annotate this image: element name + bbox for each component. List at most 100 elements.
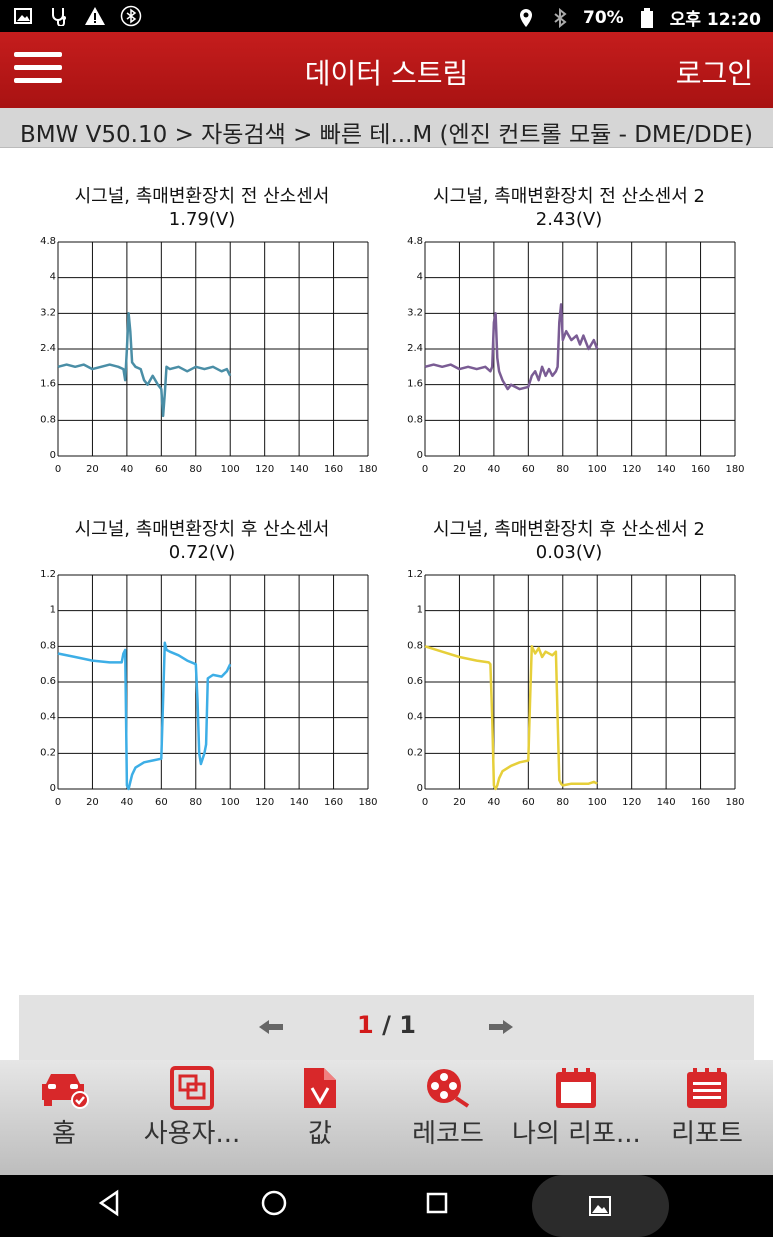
login-button[interactable]: 로그인 xyxy=(676,52,753,92)
x-tick-label: 40 xyxy=(488,797,501,808)
x-tick-label: 160 xyxy=(324,464,343,475)
screenshot-pill[interactable] xyxy=(532,1175,669,1237)
y-tick-label: 1 xyxy=(417,605,423,616)
breadcrumb: BMW V50.10 > 자동검색 > 빠른 테...M (엔진 컨트롤 모듈 … xyxy=(0,108,773,148)
x-tick-label: 180 xyxy=(725,797,744,808)
y-tick-label: 0.4 xyxy=(40,712,56,723)
x-tick-label: 60 xyxy=(522,464,535,475)
x-tick-label: 20 xyxy=(86,464,99,475)
x-tick-label: 180 xyxy=(358,797,377,808)
x-tick-label: 120 xyxy=(255,464,274,475)
chart-plot: 0 20 40 60 80 100 120 140 160 180 0 0.8 1.6 2.4 3.2 4 4.… xyxy=(407,236,744,475)
nav-report[interactable]: 리포트 xyxy=(643,1060,771,1175)
nav-my-report[interactable]: 나의 리포... xyxy=(512,1060,641,1175)
x-tick-label: 140 xyxy=(657,464,676,475)
x-tick-label: 0 xyxy=(422,797,428,808)
x-tick-label: 0 xyxy=(55,464,61,475)
battery-percent: 70% xyxy=(582,7,624,28)
x-tick-label: 160 xyxy=(324,797,343,808)
value-doc-icon xyxy=(304,1068,336,1108)
total-pages: / 1 xyxy=(373,1011,416,1039)
x-tick-label: 60 xyxy=(522,797,535,808)
nav-label: 사용자... xyxy=(143,1119,241,1149)
y-tick-label: 1.6 xyxy=(40,379,56,390)
y-tick-label: 1.2 xyxy=(407,569,423,580)
y-tick-label: 0.8 xyxy=(407,640,423,651)
my-report-icon xyxy=(556,1068,596,1108)
y-tick-label: 0 xyxy=(50,450,56,461)
recents-square-icon[interactable] xyxy=(424,1189,450,1221)
nav-record[interactable]: 레코드 xyxy=(384,1060,512,1175)
bluetooth-circle-icon xyxy=(120,5,142,27)
x-tick-label: 80 xyxy=(556,464,569,475)
chart-panel-1: 시그널, 촉매변환장치 전 산소센서 1.79(V) 0 20 40 60 80 100 1… xyxy=(32,182,377,482)
y-tick-label: 1.2 xyxy=(40,569,56,580)
nav-label: 나의 리포... xyxy=(512,1119,641,1149)
nav-home[interactable]: 홈 xyxy=(0,1060,128,1175)
gallery-icon xyxy=(589,1196,611,1216)
nav-label: 리포트 xyxy=(671,1119,743,1149)
film-reel-icon xyxy=(427,1069,470,1108)
chart-value: 2.43(V) xyxy=(535,209,603,230)
x-tick-label: 20 xyxy=(453,797,466,808)
y-tick-label: 0.2 xyxy=(40,747,56,758)
x-tick-label: 140 xyxy=(657,797,676,808)
x-tick-label: 60 xyxy=(155,797,168,808)
back-icon[interactable] xyxy=(97,1189,121,1221)
x-tick-label: 100 xyxy=(221,464,240,475)
app-bar: 데이터 스트림 로그인 xyxy=(0,32,773,108)
report-list-icon xyxy=(687,1068,727,1108)
current-page: 1 xyxy=(357,1011,374,1039)
x-tick-label: 120 xyxy=(622,797,641,808)
warning-icon xyxy=(84,5,106,27)
x-tick-label: 160 xyxy=(691,797,710,808)
y-tick-label: 0.8 xyxy=(40,414,56,425)
nav-label: 홈 xyxy=(52,1119,76,1149)
x-tick-label: 40 xyxy=(488,464,501,475)
y-tick-label: 0 xyxy=(50,783,56,794)
nav-user-select[interactable]: 사용자... xyxy=(128,1060,256,1175)
y-tick-label: 0.2 xyxy=(407,747,423,758)
battery-icon xyxy=(636,7,658,29)
home-circle-icon[interactable] xyxy=(260,1189,288,1221)
x-tick-label: 100 xyxy=(588,464,607,475)
y-tick-label: 0.8 xyxy=(40,640,56,651)
y-tick-label: 2.4 xyxy=(40,343,56,354)
x-tick-label: 160 xyxy=(691,464,710,475)
user-select-icon xyxy=(170,1066,214,1110)
y-tick-label: 3.2 xyxy=(407,307,423,318)
chart-plot: 0 20 40 60 80 100 120 140 160 180 0 0.2 0.4 0.6 0.8 1 1.… xyxy=(40,569,377,808)
x-tick-label: 140 xyxy=(290,797,309,808)
stethoscope-icon xyxy=(48,5,70,27)
x-tick-label: 20 xyxy=(453,464,466,475)
chart-plot: 0 20 40 60 80 100 120 140 160 180 0 0.8 1.6 2.4 3.2 4 4.… xyxy=(40,236,377,475)
series-line xyxy=(424,303,599,391)
chart-plot: 0 20 40 60 80 100 120 140 160 180 0 0.2 0.4 0.6 0.8 1 1.… xyxy=(407,569,744,808)
chart-value: 1.79(V) xyxy=(168,209,236,230)
x-tick-label: 180 xyxy=(358,464,377,475)
chart-title: 시그널, 촉매변환장치 전 산소센서 xyxy=(74,186,330,207)
y-tick-label: 4 xyxy=(417,272,423,283)
x-tick-label: 40 xyxy=(121,464,134,475)
y-tick-label: 1.6 xyxy=(407,379,423,390)
nav-value[interactable]: 값 xyxy=(256,1060,384,1175)
y-tick-label: 4.8 xyxy=(40,236,56,247)
y-tick-label: 2.4 xyxy=(407,343,423,354)
location-icon xyxy=(515,7,537,29)
y-tick-label: 4.8 xyxy=(407,236,423,247)
y-tick-label: 3.2 xyxy=(40,307,56,318)
x-tick-label: 80 xyxy=(189,797,202,808)
x-tick-label: 100 xyxy=(588,797,607,808)
chart-panel-3: 시그널, 촉매변환장치 후 산소센서 0.72(V) 0 20 40 60 80 100 1… xyxy=(32,515,377,815)
chart-title: 시그널, 촉매변환장치 전 산소센서 2 xyxy=(433,186,705,207)
next-page-arrow-icon[interactable] xyxy=(487,1013,515,1043)
x-tick-label: 60 xyxy=(155,464,168,475)
x-tick-label: 120 xyxy=(255,797,274,808)
clock: 오후 12:20 xyxy=(669,10,761,30)
y-tick-label: 0 xyxy=(417,450,423,461)
y-tick-label: 0.4 xyxy=(407,712,423,723)
status-bar: 70% 오후 12:20 xyxy=(0,0,773,32)
x-tick-label: 20 xyxy=(86,797,99,808)
bottom-nav: 홈 사용자... 값 레코드 나의 리포... 리포트 xyxy=(0,1060,773,1175)
car-check-icon xyxy=(42,1074,89,1109)
